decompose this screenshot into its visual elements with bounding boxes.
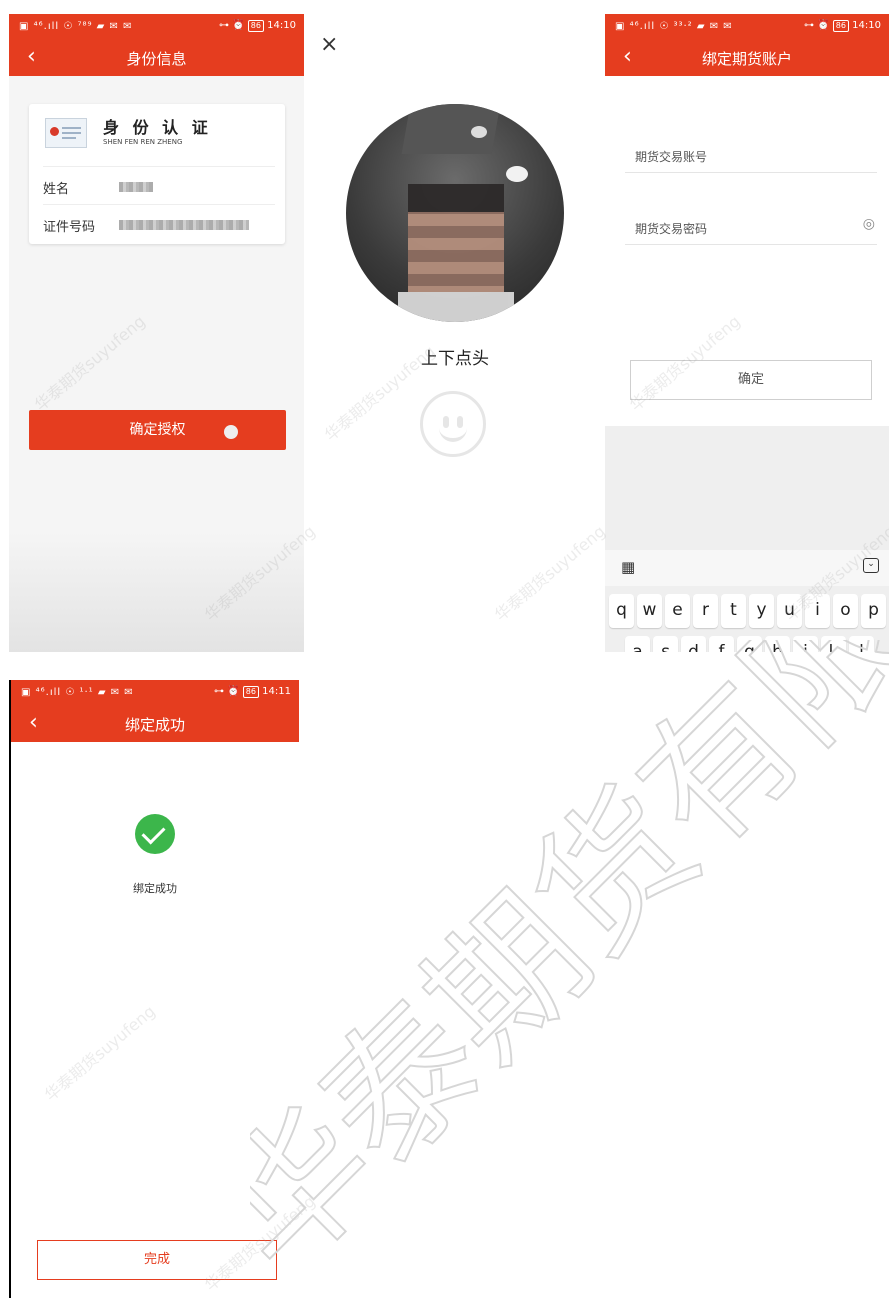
hide-keyboard-icon[interactable]: ⌄ [863, 558, 879, 573]
keyboard-toolbar: ▦ ⌄ [605, 550, 889, 586]
key[interactable]: u [777, 594, 802, 628]
status-bar: ▣ ⁴⁶.ıll ☉ ¹·¹ ▰ ✉ ✉ ⊶ ⏰ 86 14:11 [11, 680, 299, 704]
key[interactable]: i [805, 594, 830, 628]
status-right: ⊶ ⏰ 86 14:11 [213, 686, 291, 698]
key[interactable]: q [609, 594, 634, 628]
status-icons: ▣ ⁴⁶.ıll ☉ ⁷⁸⁹ ▰ ✉ ✉ [19, 21, 133, 32]
id-number-label: 证件号码 [43, 220, 96, 235]
key[interactable]: s [653, 636, 678, 652]
key[interactable]: p [861, 594, 886, 628]
eye-off-icon[interactable]: ◎ [863, 216, 875, 232]
key[interactable]: l [849, 636, 874, 652]
key[interactable]: a [625, 636, 650, 652]
id-card: 身 份 认 证 SHEN FEN REN ZHENG 姓名 证件号码 [29, 104, 285, 244]
confirm-authorize-label: 确定授权 [129, 422, 186, 438]
face-guide-icon [420, 391, 486, 457]
clock: 14:10 [852, 20, 881, 31]
status-icons: ▣ ⁴⁶.ıll ☉ ³³·² ▰ ✉ ✉ [615, 21, 733, 32]
bind-account-screen: ▣ ⁴⁶.ıll ☉ ³³·² ▰ ✉ ✉ ⊶ ⏰ 86 14:10 ‹ 绑定期… [605, 14, 889, 652]
confirm-authorize-button[interactable]: 确定授权 [29, 410, 286, 450]
page-title: 身份信息 [126, 50, 187, 68]
status-bar: ▣ ⁴⁶.ıll ☉ ³³·² ▰ ✉ ✉ ⊶ ⏰ 86 14:10 [605, 14, 889, 38]
account-input[interactable]: 期货交易账号 [625, 136, 877, 173]
confirm-button[interactable]: 确定 [630, 360, 872, 400]
id-card-heading: 身 份 认 证 [103, 118, 212, 137]
status-icons: ▣ ⁴⁶.ıll ☉ ¹·¹ ▰ ✉ ✉ [21, 687, 134, 698]
name-label: 姓名 [43, 182, 70, 197]
touch-indicator [224, 425, 238, 439]
page-title: 绑定成功 [124, 716, 185, 734]
title-bar: ‹ 绑定成功 [11, 704, 299, 742]
key[interactable]: f [709, 636, 734, 652]
key[interactable]: y [749, 594, 774, 628]
close-icon[interactable]: × [320, 32, 338, 57]
face-verify-screen: × 上下点头 [310, 14, 600, 652]
id-number-redacted [119, 220, 249, 230]
camera-preview [346, 104, 564, 322]
nod-prompt: 上下点头 [421, 349, 489, 369]
status-right: ⊶ ⏰ 86 14:10 [218, 20, 296, 32]
keyboard: ▦ ⌄ qwertyuiop asdfghjkl [605, 426, 889, 652]
success-check-icon [135, 814, 175, 854]
id-card-icon [45, 118, 87, 148]
key[interactable]: h [765, 636, 790, 652]
title-bar: ‹ 身份信息 [9, 38, 304, 76]
battery-icon: 86 [832, 20, 849, 32]
pixelated-face [398, 184, 514, 322]
key[interactable]: e [665, 594, 690, 628]
apps-icon[interactable]: ▦ [621, 558, 635, 576]
key[interactable]: d [681, 636, 706, 652]
bind-success-screen: ▣ ⁴⁶.ıll ☉ ¹·¹ ▰ ✉ ✉ ⊶ ⏰ 86 14:11 ‹ 绑定成功… [9, 680, 299, 1298]
status-right: ⊶ ⏰ 86 14:10 [803, 20, 881, 32]
success-message: 绑定成功 [133, 882, 177, 895]
key[interactable]: j [793, 636, 818, 652]
battery-icon: 86 [247, 20, 264, 32]
battery-icon: 86 [242, 686, 259, 698]
title-bar: ‹ 绑定期货账户 [605, 38, 889, 76]
key[interactable]: t [721, 594, 746, 628]
page-title: 绑定期货账户 [701, 50, 792, 68]
keyboard-row-2: asdfghjkl [625, 636, 877, 652]
key[interactable]: o [833, 594, 858, 628]
name-value-redacted [119, 182, 153, 192]
key[interactable]: w [637, 594, 662, 628]
password-input[interactable]: 期货交易密码 ◎ [625, 208, 877, 245]
key[interactable]: r [693, 594, 718, 628]
clock: 14:10 [267, 20, 296, 31]
identity-info-screen: ▣ ⁴⁶.ıll ☉ ⁷⁸⁹ ▰ ✉ ✉ ⊶ ⏰ 86 14:10 ‹ 身份信息… [9, 14, 304, 652]
large-watermark: 华泰期货有限公司 [250, 640, 889, 1300]
key[interactable]: k [821, 636, 846, 652]
account-placeholder: 期货交易账号 [635, 150, 708, 164]
key[interactable]: g [737, 636, 762, 652]
large-watermark-text: 华泰期货有限公司 [250, 640, 889, 1300]
done-button[interactable]: 完成 [37, 1240, 277, 1280]
status-bar: ▣ ⁴⁶.ıll ☉ ⁷⁸⁹ ▰ ✉ ✉ ⊶ ⏰ 86 14:10 [9, 14, 304, 38]
password-placeholder: 期货交易密码 [635, 222, 708, 236]
clock: 14:11 [262, 686, 291, 697]
keyboard-row-1: qwertyuiop [609, 594, 889, 628]
id-card-subheading: SHEN FEN REN ZHENG [103, 138, 183, 146]
